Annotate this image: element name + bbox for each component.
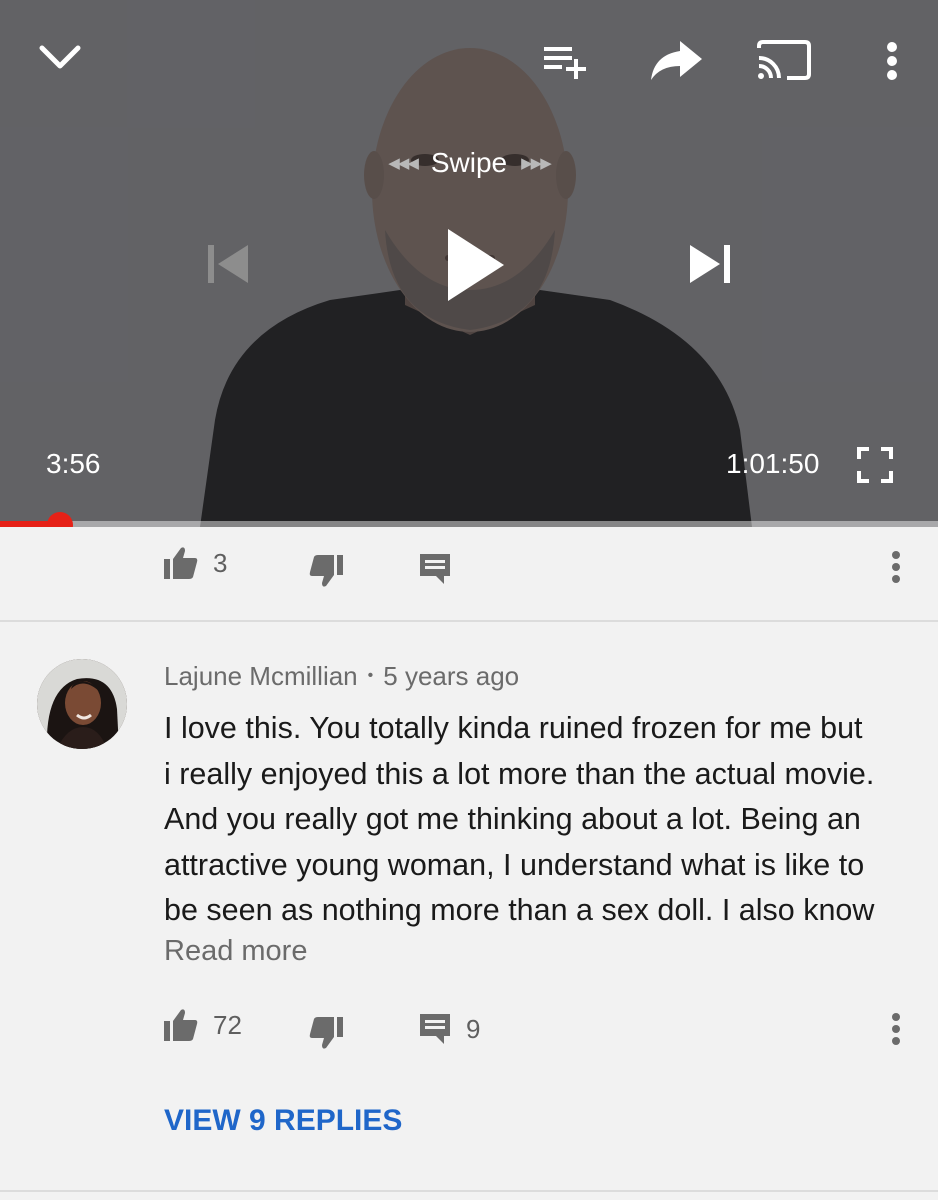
share-button[interactable] [645, 36, 707, 84]
cast-icon [757, 40, 811, 80]
video-like-count: 3 [213, 547, 228, 578]
dislike-video-button[interactable] [308, 554, 344, 588]
comment-line: i really enjoyed this a lot more than th… [164, 756, 875, 791]
add-to-queue-icon [544, 47, 586, 79]
comment-line: attractive young woman, I understand wha… [164, 847, 865, 882]
like-comment-button[interactable]: 72 [163, 1008, 242, 1042]
comment-more-button[interactable] [890, 1012, 902, 1046]
add-to-queue-button[interactable] [538, 38, 594, 82]
play-button[interactable] [434, 222, 514, 308]
previous-icon [208, 245, 248, 283]
like-video-button[interactable]: 3 [163, 546, 227, 580]
swipe-right-arrows-icon: ▶▶▶ [521, 155, 552, 172]
comment-text: I love this. You totally kinda ruined fr… [164, 706, 914, 934]
meta-separator: • [367, 667, 374, 684]
video-more-button[interactable] [890, 550, 902, 584]
play-icon [448, 229, 504, 301]
dislike-comment-button[interactable] [308, 1016, 344, 1050]
view-replies-button[interactable]: VIEW 9 REPLIES [164, 1104, 402, 1138]
current-time: 3:56 [46, 448, 101, 479]
swipe-left-arrows-icon: ◀◀◀ [388, 155, 419, 172]
section-divider [0, 620, 938, 622]
read-more-link[interactable]: Read more [164, 935, 307, 968]
comment-meta: Lajune Mcmillian • 5 years ago [164, 658, 519, 694]
comment-line: I love this. You totally kinda ruined fr… [164, 711, 863, 745]
fullscreen-icon [857, 447, 893, 483]
next-icon [690, 245, 730, 283]
chevron-down-icon [39, 45, 81, 69]
progress-bar[interactable] [0, 521, 938, 527]
swipe-label: Swipe [430, 147, 508, 178]
thumbs-up-icon [163, 1008, 199, 1042]
comment-icon [418, 552, 452, 586]
more-vert-icon [887, 42, 897, 80]
more-vert-icon [890, 550, 902, 584]
reply-comment-button[interactable]: 9 [418, 1012, 480, 1046]
comment-time: 5 years ago [383, 660, 520, 691]
minimize-button[interactable] [32, 32, 88, 82]
cast-button[interactable] [754, 36, 814, 84]
thumbs-up-icon [163, 546, 199, 580]
swipe-hint: ◀◀◀ Swipe ▶▶▶ [355, 140, 583, 186]
duration: 1:01:50 [726, 448, 820, 479]
comment-actions: 72 9 [0, 1000, 938, 1060]
thumbs-down-icon [308, 1016, 344, 1050]
comment-reply-count: 9 [466, 1013, 481, 1044]
bottom-divider [0, 1190, 938, 1192]
comment-like-count: 72 [213, 1009, 242, 1040]
comment-icon [418, 1012, 452, 1046]
more-vert-icon [890, 1012, 902, 1046]
fullscreen-button[interactable] [852, 442, 898, 488]
avatar[interactable] [37, 659, 127, 749]
next-button[interactable] [682, 236, 738, 292]
comment-line: And you really got me thinking about a l… [164, 802, 861, 836]
share-icon [651, 41, 702, 80]
comment-video-button[interactable] [418, 552, 452, 586]
video-player[interactable]: ◀◀◀ Swipe ▶▶▶ 3:56 1:01:50 [0, 0, 938, 527]
previous-button[interactable] [200, 236, 256, 292]
comment-author[interactable]: Lajune Mcmillian [164, 661, 358, 692]
thumbs-down-icon [308, 554, 344, 588]
player-more-button[interactable] [872, 36, 912, 86]
video-actions: 3 [0, 538, 938, 598]
comment-line: be seen as nothing more than a sex doll.… [164, 893, 875, 927]
